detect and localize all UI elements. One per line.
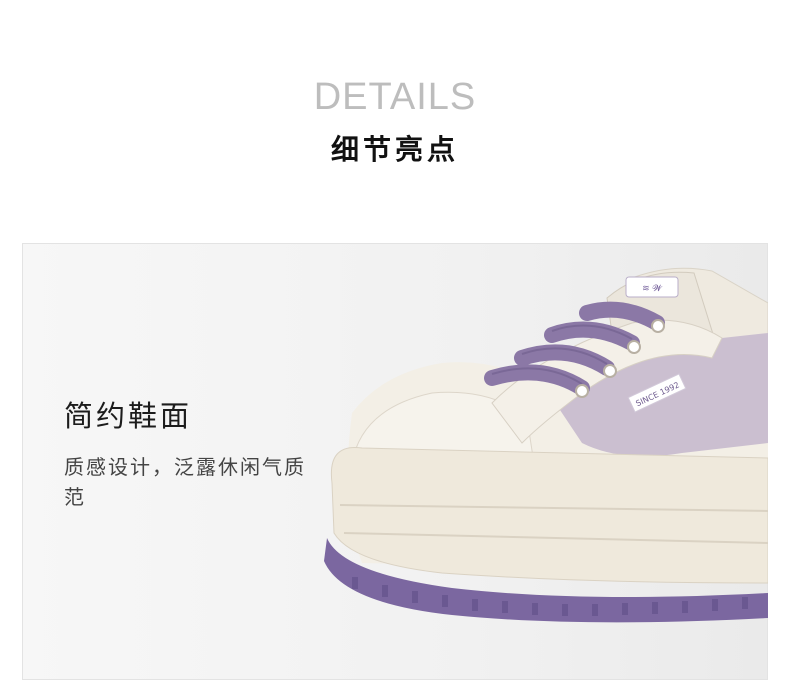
section-title-en: DETAILS [313,76,477,118]
svg-text:≋ 𝓦: ≋ 𝓦 [642,284,662,294]
feature-title: 简约鞋面 [64,399,193,433]
feature-description: 质感设计，泛露休闲气质范 [64,455,306,509]
section-title-zh: 细节亮点 [330,133,459,166]
